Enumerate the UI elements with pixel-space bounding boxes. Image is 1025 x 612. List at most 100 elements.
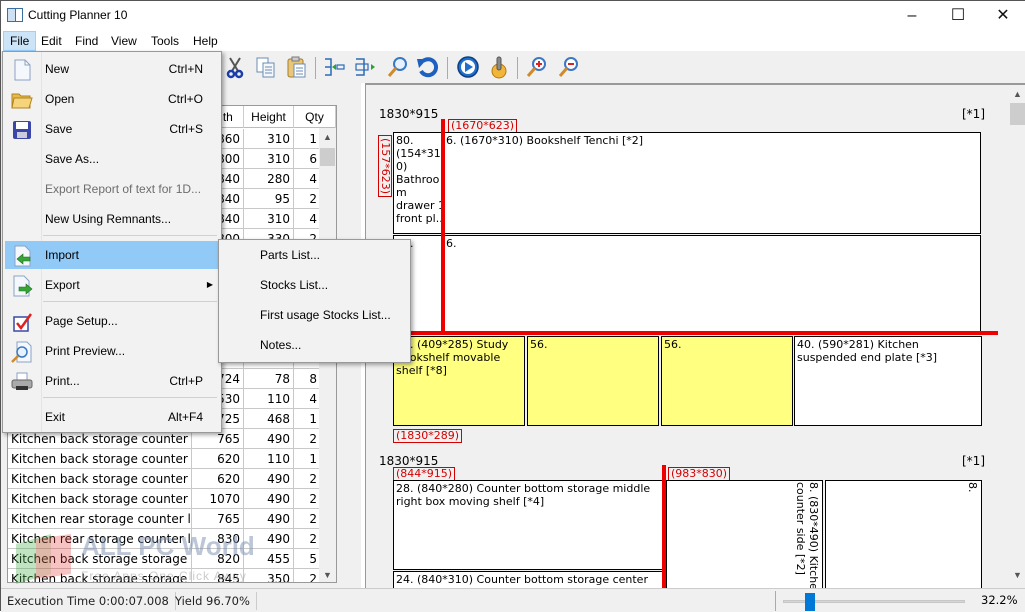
cell-height[interactable]: 310 bbox=[244, 129, 294, 149]
menu-find[interactable]: Find bbox=[69, 31, 104, 51]
table-row[interactable]: Kitchen back storage storage sh 845 350 2 bbox=[8, 569, 336, 582]
submenu-item-notes[interactable]: Notes... bbox=[221, 330, 408, 360]
scroll-thumb[interactable] bbox=[320, 148, 335, 166]
menu-item-export[interactable]: Export ▶ bbox=[5, 271, 219, 299]
zoom-in-icon[interactable] bbox=[525, 55, 549, 79]
cell-height[interactable]: 280 bbox=[244, 169, 294, 189]
cell-name[interactable]: Kitchen back storage storage sh bbox=[8, 549, 192, 569]
cell-height[interactable]: 110 bbox=[244, 449, 294, 469]
paste-icon[interactable] bbox=[285, 55, 309, 79]
cell-name[interactable]: Kitchen rear storage counter lo bbox=[8, 529, 192, 549]
cell-height[interactable]: 490 bbox=[244, 489, 294, 509]
part-rect[interactable]: 6. bbox=[443, 235, 981, 333]
scroll-down-icon[interactable]: ▼ bbox=[1013, 570, 1022, 580]
layout-view[interactable]: ▲ ▼ 1830*915 [*1] (1670*623) (157*623) 8… bbox=[365, 83, 1025, 601]
cell-qty[interactable]: 2 bbox=[294, 469, 321, 489]
cell-qty[interactable]: 6 bbox=[294, 149, 321, 169]
undo-icon[interactable] bbox=[415, 55, 439, 79]
submenu-item-parts-list[interactable]: Parts List... bbox=[221, 240, 408, 270]
close-button[interactable]: ✕ bbox=[980, 1, 1025, 31]
cell-name[interactable]: Kitchen rear storage counter lo bbox=[8, 509, 192, 529]
cell-height[interactable]: 95 bbox=[244, 189, 294, 209]
submenu-item-stocks-list[interactable]: Stocks List... bbox=[221, 270, 408, 300]
cell-height[interactable]: 468 bbox=[244, 409, 294, 429]
cell-height[interactable]: 490 bbox=[244, 469, 294, 489]
cell-qty[interactable]: 4 bbox=[294, 169, 321, 189]
scroll-up-icon[interactable]: ▲ bbox=[323, 132, 332, 142]
minimize-button[interactable]: – bbox=[889, 1, 935, 31]
menu-tools[interactable]: Tools bbox=[145, 31, 185, 51]
cell-name[interactable]: Kitchen back storage counter lo bbox=[8, 449, 192, 469]
cell-height[interactable]: 490 bbox=[244, 429, 294, 449]
cell-qty[interactable]: 5 bbox=[294, 549, 321, 569]
scroll-thumb[interactable] bbox=[1010, 103, 1025, 125]
menu-item-open[interactable]: Open Ctrl+O bbox=[5, 85, 219, 113]
cell-qty[interactable]: 2 bbox=[294, 489, 321, 509]
menu-item-import[interactable]: Import bbox=[5, 241, 219, 269]
cell-width[interactable]: 830 bbox=[192, 529, 244, 549]
table-row[interactable]: Kitchen back storage counter lo 1070 490 2 bbox=[8, 489, 336, 509]
cell-width[interactable]: 620 bbox=[192, 469, 244, 489]
optimize-icon[interactable] bbox=[487, 55, 511, 79]
cell-name[interactable]: Kitchen back storage counter lo bbox=[8, 469, 192, 489]
table-row[interactable]: Kitchen rear storage counter lo 830 490 2 bbox=[8, 529, 336, 549]
column-header-qty[interactable]: Qty bbox=[294, 106, 336, 128]
cell-height[interactable]: 490 bbox=[244, 509, 294, 529]
cell-qty[interactable]: 1 bbox=[294, 129, 321, 149]
cell-qty[interactable]: 2 bbox=[294, 569, 321, 582]
cell-width[interactable]: 620 bbox=[192, 449, 244, 469]
part-rect[interactable]: 8. bbox=[825, 480, 982, 600]
menu-item-save[interactable]: Save Ctrl+S bbox=[5, 115, 219, 143]
cell-height[interactable]: 350 bbox=[244, 569, 294, 582]
cell-height[interactable]: 310 bbox=[244, 149, 294, 169]
cell-height[interactable]: 490 bbox=[244, 529, 294, 549]
cell-width[interactable]: 1070 bbox=[192, 489, 244, 509]
menu-help[interactable]: Help bbox=[187, 31, 224, 51]
menu-item-new[interactable]: New Ctrl+N bbox=[5, 55, 219, 83]
part-rect[interactable]: 8. (830*490) Kitchen counter side [*2] bbox=[666, 480, 823, 600]
part-rect-highlighted[interactable]: 56. bbox=[661, 336, 793, 426]
layout-vertical-scrollbar[interactable]: ▲ ▼ bbox=[1009, 85, 1025, 590]
search-icon[interactable] bbox=[386, 55, 410, 79]
cell-height[interactable]: 110 bbox=[244, 389, 294, 409]
part-rect[interactable]: 40. (590*281) Kitchen suspended end plat… bbox=[794, 336, 982, 426]
cell-qty[interactable]: 2 bbox=[294, 509, 321, 529]
scroll-down-icon[interactable]: ▼ bbox=[323, 570, 332, 580]
cell-qty[interactable]: 4 bbox=[294, 209, 321, 229]
scroll-up-icon[interactable]: ▲ bbox=[1013, 89, 1022, 99]
zoom-slider-thumb[interactable] bbox=[804, 593, 815, 611]
align-right-icon[interactable] bbox=[353, 55, 377, 79]
cell-name[interactable]: Kitchen back storage counter lo bbox=[8, 489, 192, 509]
cell-qty[interactable]: 8 bbox=[294, 369, 321, 389]
cell-width[interactable]: 845 bbox=[192, 569, 244, 582]
menu-edit[interactable]: Edit bbox=[35, 31, 68, 51]
table-row[interactable]: Kitchen back storage counter lo 620 110 1 bbox=[8, 449, 336, 469]
cell-height[interactable]: 455 bbox=[244, 549, 294, 569]
table-row[interactable]: Kitchen back storage counter lo 620 490 2 bbox=[8, 469, 336, 489]
menu-item-save-as[interactable]: Save As... bbox=[5, 145, 219, 173]
cell-qty[interactable]: 2 bbox=[294, 189, 321, 209]
menu-item-exit[interactable]: Exit Alt+F4 bbox=[5, 403, 219, 431]
table-row[interactable]: Kitchen back storage storage sh 820 455 5 bbox=[8, 549, 336, 569]
cut-icon[interactable] bbox=[223, 55, 247, 79]
submenu-item-first-usage-stocks-list[interactable]: First usage Stocks List... bbox=[221, 300, 408, 330]
maximize-button[interactable]: ☐ bbox=[935, 1, 981, 31]
cell-width[interactable]: 765 bbox=[192, 509, 244, 529]
part-rect-highlighted[interactable]: 56. (409*285) Study bookshelf movable sh… bbox=[393, 336, 525, 426]
zoom-out-icon[interactable] bbox=[557, 55, 581, 79]
menu-view[interactable]: View bbox=[105, 31, 143, 51]
cell-qty[interactable]: 2 bbox=[294, 529, 321, 549]
menu-file[interactable]: File bbox=[3, 31, 37, 51]
cell-qty[interactable]: 1 bbox=[294, 409, 321, 429]
zoom-slider[interactable]: 32.2% bbox=[781, 591, 1018, 611]
part-rect[interactable]: 28. (840*280) Counter bottom storage mid… bbox=[393, 480, 663, 570]
part-rect[interactable]: 80. (154*31 0) Bathroo m drawer 1 front … bbox=[393, 132, 443, 234]
cell-qty[interactable]: 1 bbox=[294, 449, 321, 469]
column-header-height[interactable]: Height bbox=[244, 106, 294, 128]
menu-item-page-setup[interactable]: Page Setup... bbox=[5, 307, 219, 335]
cell-width[interactable]: 820 bbox=[192, 549, 244, 569]
cell-name[interactable]: Kitchen back storage storage sh bbox=[8, 569, 192, 582]
part-rect-highlighted[interactable]: 56. bbox=[527, 336, 659, 426]
menu-item-print[interactable]: Print... Ctrl+P bbox=[5, 367, 219, 395]
cell-height[interactable]: 310 bbox=[244, 209, 294, 229]
